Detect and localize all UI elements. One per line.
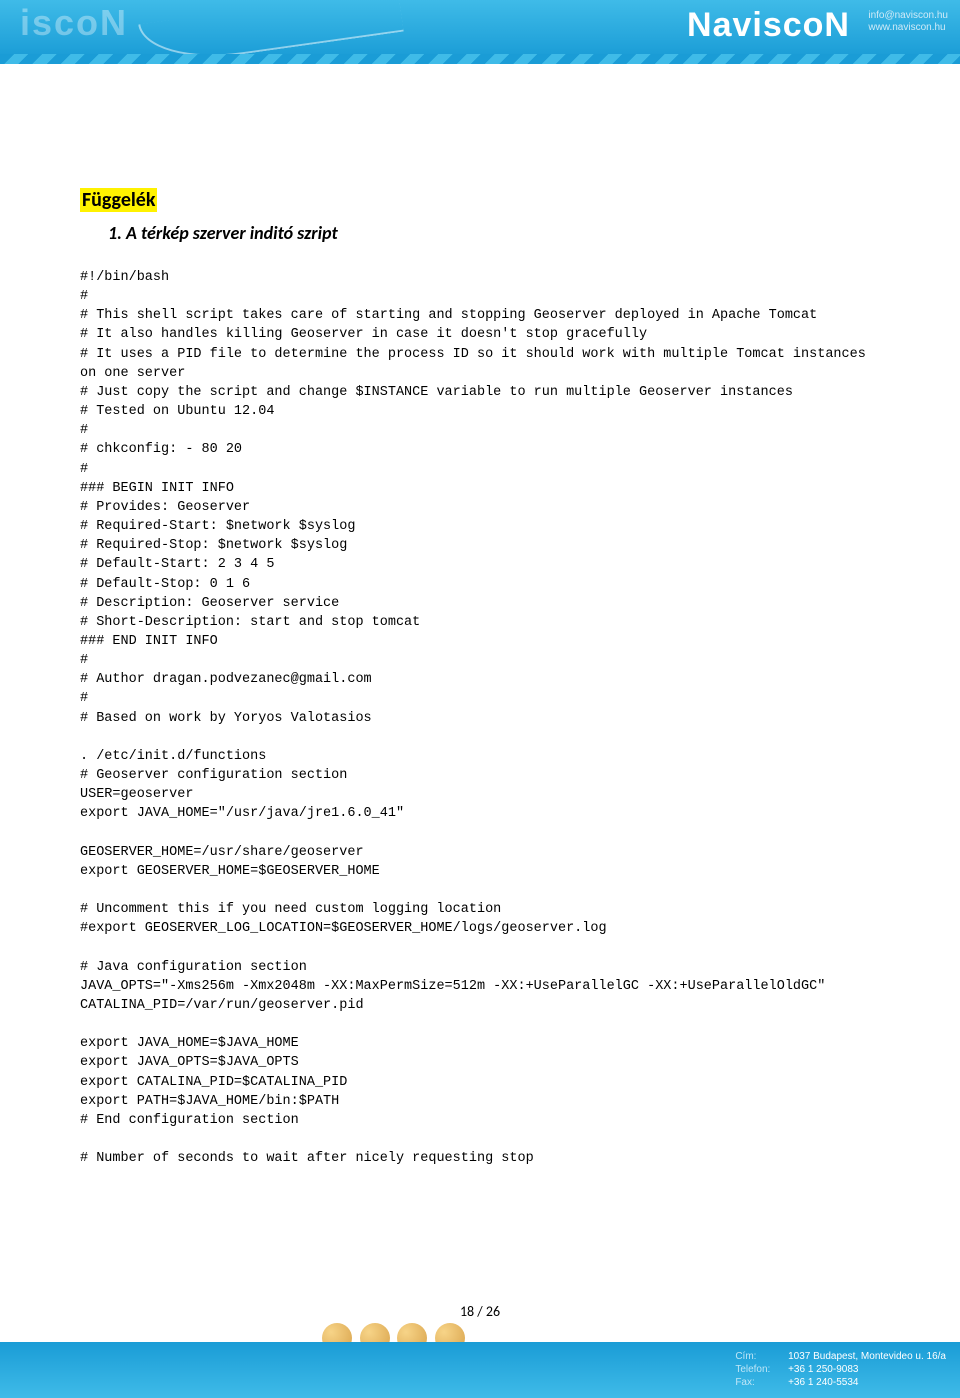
header-url: www.naviscon.hu [868, 22, 948, 34]
content-area: Függelék 1. A térkép szerver inditó szri… [0, 58, 960, 1168]
header-email: info@naviscon.hu [868, 10, 948, 22]
header-bar: iscoN NaviscoN info@naviscon.hu www.navi… [0, 0, 960, 58]
header-deco-curve [138, 0, 404, 68]
brand-logo: NaviscoN [687, 6, 850, 45]
footer-addr-label: Cím: [735, 1350, 785, 1363]
footer-tel-row: Telefon: +36 1 250-9083 [735, 1363, 946, 1376]
page-number: 18 / 26 [0, 1303, 960, 1320]
footer-tel-value: +36 1 250-9083 [788, 1364, 858, 1375]
footer-contact: Cím: 1037 Budapest, Montevideo u. 16/a T… [735, 1350, 946, 1389]
footer-bar: Cím: 1037 Budapest, Montevideo u. 16/a T… [0, 1342, 960, 1398]
footer-tel-label: Telefon: [735, 1363, 785, 1376]
footer-addr-value: 1037 Budapest, Montevideo u. 16/a [788, 1351, 946, 1362]
header-deco-text: iscoN [20, 2, 128, 44]
brand-text: NaviscoN [687, 6, 850, 44]
footer-fax-value: +36 1 240-5534 [788, 1377, 858, 1388]
header-contact: info@naviscon.hu www.naviscon.hu [868, 10, 948, 34]
footer-fax-label: Fax: [735, 1376, 785, 1389]
footer-fax-row: Fax: +36 1 240-5534 [735, 1376, 946, 1389]
section-title: Függelék [80, 188, 157, 212]
subsection-title: 1. A térkép szerver inditó szript [108, 222, 880, 244]
script-code-block: #!/bin/bash # # This shell script takes … [80, 268, 880, 1168]
footer-addr-row: Cím: 1037 Budapest, Montevideo u. 16/a [735, 1350, 946, 1363]
page: iscoN NaviscoN info@naviscon.hu www.navi… [0, 0, 960, 1398]
